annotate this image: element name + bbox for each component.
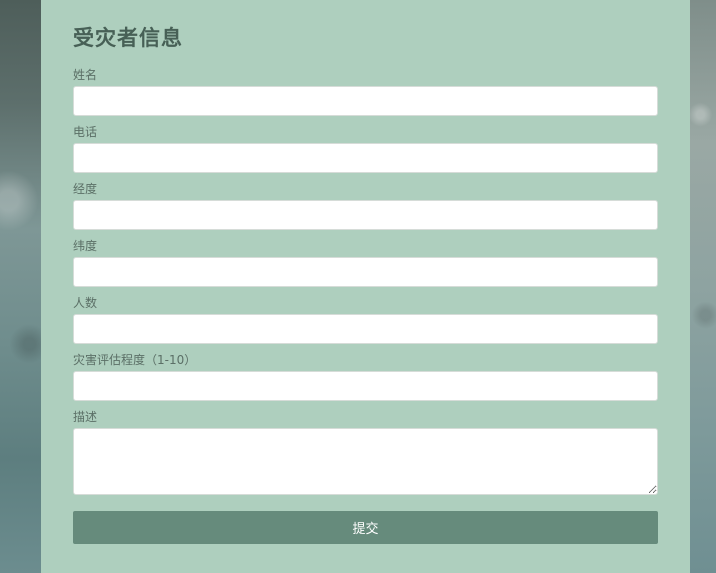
background-left <box>0 0 42 573</box>
longitude-input[interactable] <box>73 200 658 230</box>
longitude-label: 经度 <box>73 182 98 196</box>
latitude-input[interactable] <box>73 257 658 287</box>
disaster-severity-input[interactable] <box>73 371 658 401</box>
people-count-label: 人数 <box>73 296 98 310</box>
submit-button[interactable]: 提交 <box>73 511 658 544</box>
victim-info-form: 受灾者信息 姓名 电话 经度 纬度 人数 灾害评估程度（1-10） 描述 提交 <box>41 0 690 573</box>
latitude-label: 纬度 <box>73 239 98 253</box>
description-textarea[interactable] <box>73 428 658 495</box>
name-input[interactable] <box>73 86 658 116</box>
phone-label: 电话 <box>73 125 98 139</box>
phone-input[interactable] <box>73 143 658 173</box>
description-label: 描述 <box>73 410 98 424</box>
background-right <box>690 0 716 573</box>
people-count-input[interactable] <box>73 314 658 344</box>
disaster-severity-label: 灾害评估程度（1-10） <box>73 353 197 367</box>
name-label: 姓名 <box>73 68 98 82</box>
form-title: 受灾者信息 <box>73 26 183 50</box>
